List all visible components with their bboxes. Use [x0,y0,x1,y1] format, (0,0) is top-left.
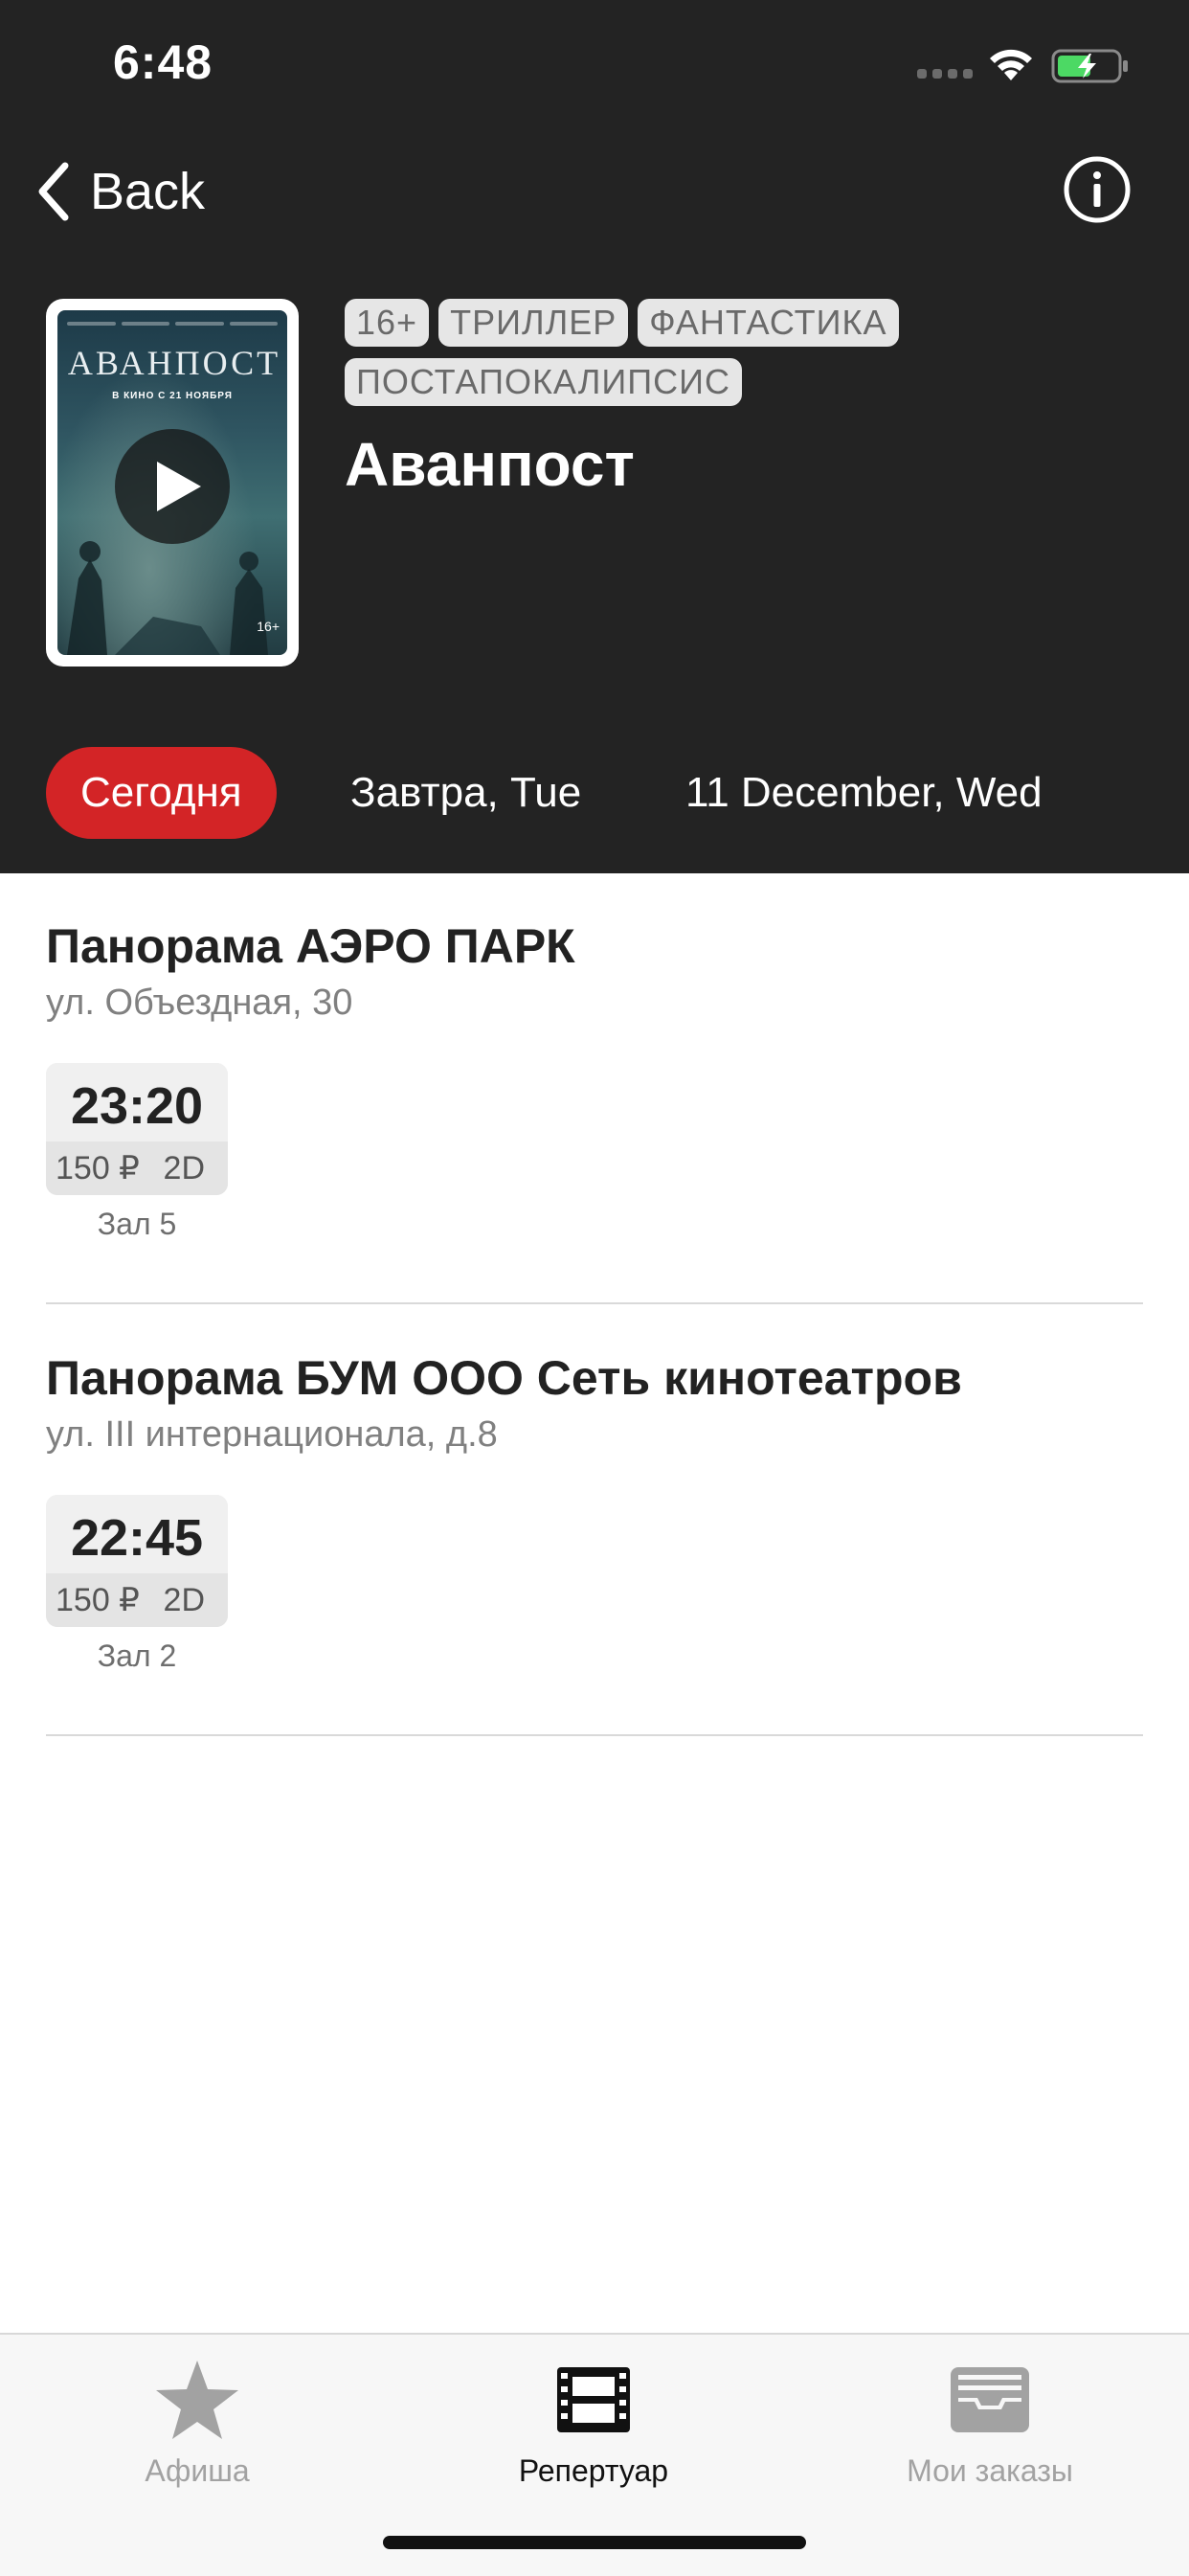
session-time: 23:20 [46,1063,228,1141]
poster-title: АВАНПОСТ [67,344,281,382]
session-hall: Зал 2 [97,1638,177,1673]
tag-genre: ФАНТАСТИКА [638,299,899,347]
tab-label: Репертуар [518,2453,669,2488]
star-icon [156,2361,238,2439]
divider [46,1302,1143,1304]
cinema-address: ул. Объездная, 30 [46,983,353,1023]
tab-repertoire[interactable]: Репертуар [450,2352,737,2489]
session-button[interactable]: 22:45 150 ₽ 2D Зал 2 [46,1495,228,1674]
movie-tags: 16+ ТРИЛЛЕР ФАНТАСТИКА ПОСТАПОКАЛИПСИС [345,299,1149,406]
session-price: 150 ₽ [56,1582,140,1618]
date-tab-tomorrow[interactable]: Завтра, Tue [350,747,581,839]
signal-dots-icon [917,69,973,79]
date-tab-today[interactable]: Сегодня [46,747,277,839]
tray-icon [951,2367,1029,2432]
poster-credits [67,322,278,333]
cinema-name: Панорама БУМ ООО Сеть кинотеатров [46,1351,962,1405]
session-button[interactable]: 23:20 150 ₽ 2D Зал 5 [46,1063,228,1242]
cinema-address: ул. III интернационала, д.8 [46,1414,498,1455]
session-meta: 150 ₽ 2D [46,1573,228,1627]
back-button[interactable]: Back [34,153,205,230]
play-trailer-button[interactable] [115,429,230,544]
divider [46,1734,1143,1736]
home-indicator [383,2536,806,2549]
wifi-icon [990,49,1032,80]
play-icon [157,462,201,511]
cinema-item: Панорама АЭРО ПАРК ул. Объездная, 30 23:… [46,917,1143,1242]
session-hall: Зал 5 [97,1207,177,1241]
date-tab-dec-11[interactable]: 11 December, Wed [685,747,1043,839]
tab-label: Мои заказы [907,2453,1073,2488]
session-price: 150 ₽ [56,1150,140,1186]
battery-charging-icon [1051,49,1128,83]
back-label: Back [90,163,206,220]
session-format: 2D [163,1150,205,1186]
poster-subtitle: В КИНО С 21 НОЯБРЯ [112,391,233,401]
movie-poster[interactable]: АВАНПОСТ В КИНО С 21 НОЯБРЯ 16+ [46,299,299,667]
tab-label: Афиша [145,2453,250,2488]
chevron-left-icon [38,162,69,221]
tag-genre: ПОСТАПОКАЛИПСИС [345,358,742,406]
tag-age-rating: 16+ [345,299,430,347]
tab-my-orders[interactable]: Мои заказы [846,2352,1133,2489]
tag-genre: ТРИЛЛЕР [438,299,629,347]
movie-header: 6:48 Back АВАНПОСТ В КИНО С 21 НОЯБРЯ 16… [0,0,1189,873]
film-strip-icon [557,2367,630,2432]
session-card: 22:45 150 ₽ 2D [46,1495,228,1627]
session-card: 23:20 150 ₽ 2D [46,1063,228,1195]
poster-age-rating: 16+ [257,619,280,634]
tab-afisha[interactable]: Афиша [54,2352,341,2489]
movie-title: Аванпост [345,430,635,499]
session-meta: 150 ₽ 2D [46,1141,228,1195]
info-circle-icon[interactable] [1063,155,1132,224]
cinema-name: Панорама АЭРО ПАРК [46,919,575,973]
status-time: 6:48 [113,35,213,89]
cinema-item: Панорама БУМ ООО Сеть кинотеатров ул. II… [46,1349,1143,1674]
date-selector: Сегодня Завтра, Tue 11 December, Wed [0,747,1189,839]
session-format: 2D [163,1582,205,1618]
session-time: 22:45 [46,1495,228,1573]
